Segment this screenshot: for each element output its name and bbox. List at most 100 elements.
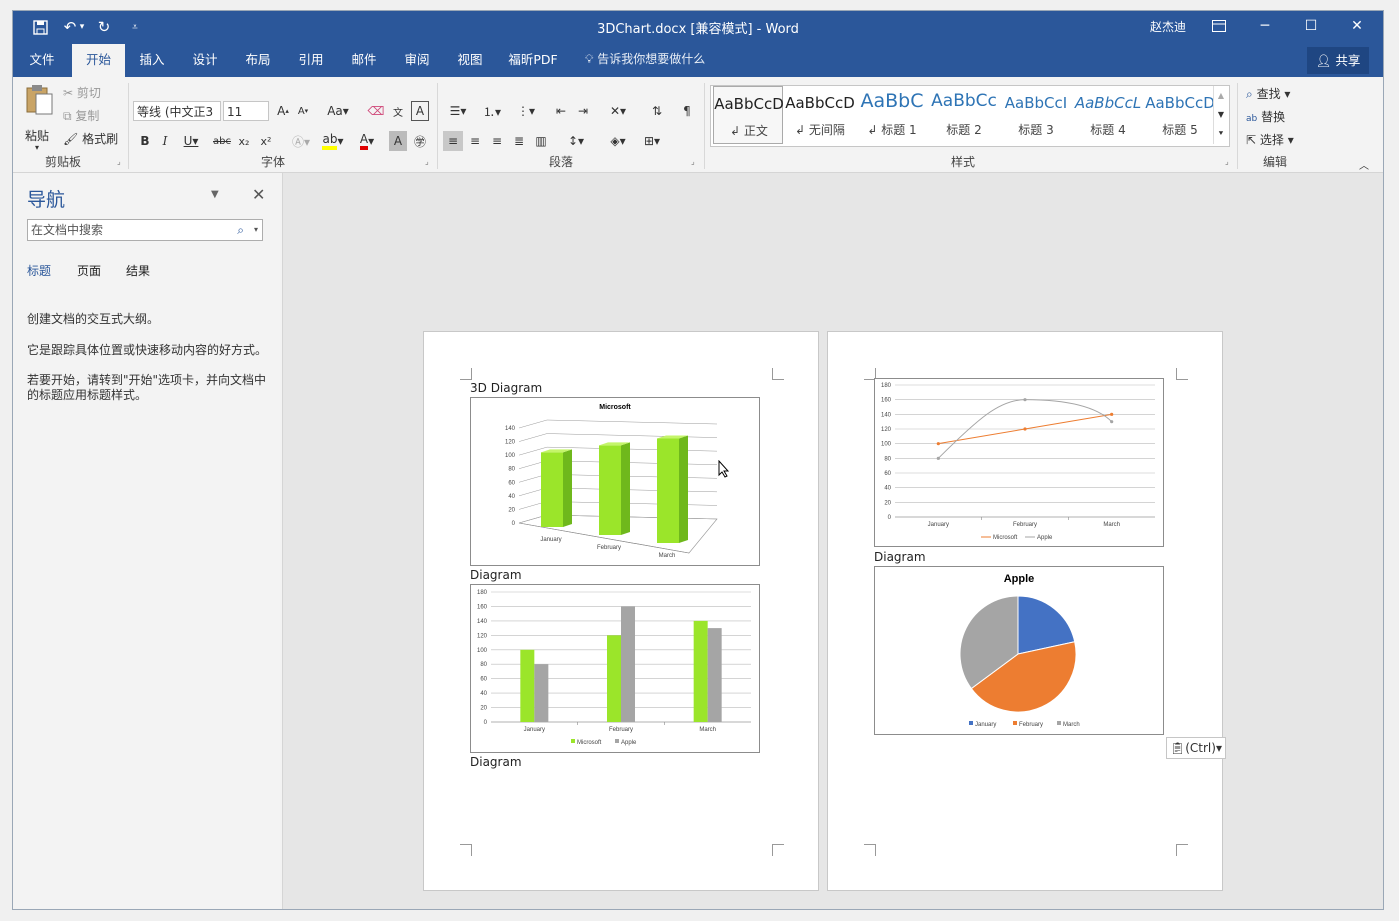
nav-tab-headings[interactable]: 标题: [27, 262, 51, 279]
chart-3d-bar[interactable]: Microsoft 0 20 40 60 80 100 120 140 January Februa…: [470, 397, 760, 566]
shrink-font-icon[interactable]: A ▾: [295, 101, 311, 121]
tab-design[interactable]: 设计: [182, 44, 228, 77]
line-spacing-icon[interactable]: ↕▾: [561, 131, 591, 151]
bullets-icon[interactable]: ☰▾: [443, 101, 473, 121]
style-normal[interactable]: AaBbCcD ↲ 正文: [713, 86, 784, 144]
page-1[interactable]: 3D Diagram Microsoft 0 20 40 60 80 100 120 140 Ja…: [423, 331, 819, 891]
tab-view[interactable]: 视图: [447, 44, 493, 77]
show-marks-icon[interactable]: ¶: [677, 101, 697, 121]
character-border-icon[interactable]: A: [411, 101, 429, 121]
find-button[interactable]: ⌕ 查找 ▾: [1246, 85, 1290, 102]
nav-tab-pages[interactable]: 页面: [77, 262, 101, 279]
copy-icon: ⧉: [63, 109, 72, 123]
mouse-cursor-icon: [718, 460, 730, 478]
style-heading-2[interactable]: AaBbCc 标题 2: [929, 86, 999, 144]
select-button[interactable]: ⇱ 选择 ▾: [1246, 131, 1294, 148]
page-2[interactable]: 0 20 40 60 80 100 120 140 160 180 January February M…: [827, 331, 1223, 891]
align-left-icon[interactable]: ≡: [443, 131, 463, 151]
share-button[interactable]: 👤︎ 共享: [1307, 47, 1369, 74]
collapse-ribbon-icon[interactable]: ︿: [1359, 157, 1369, 172]
format-painter-button[interactable]: 🖌︎ 格式刷: [63, 130, 118, 147]
gallery-more-icon[interactable]: ⯆: [1213, 124, 1228, 144]
nav-tab-results[interactable]: 结果: [126, 262, 150, 279]
tab-layout[interactable]: 布局: [235, 44, 281, 77]
paste-icon[interactable]: [23, 81, 55, 117]
tab-mailings[interactable]: 邮件: [341, 44, 387, 77]
superscript-icon[interactable]: x²: [257, 131, 275, 151]
paste-options-button[interactable]: 📋︎(Ctrl)▾: [1166, 737, 1226, 759]
close-icon[interactable]: ✕: [1334, 11, 1380, 41]
grow-font-icon[interactable]: A ▴: [275, 101, 291, 121]
dialog-launcher-icon[interactable]: ⌟: [1225, 157, 1229, 166]
dialog-launcher-icon[interactable]: ⌟: [691, 157, 695, 166]
chart-pie[interactable]: Apple January February March: [874, 566, 1164, 735]
tab-insert[interactable]: 插入: [129, 44, 175, 77]
bold-icon[interactable]: B: [137, 131, 153, 151]
character-shading-icon[interactable]: A: [389, 131, 407, 151]
highlight-icon[interactable]: ab ▾: [319, 131, 347, 151]
user-name[interactable]: 赵杰迪: [1150, 18, 1186, 35]
tab-foxit-pdf[interactable]: 福昕PDF: [503, 44, 563, 77]
paintbrush-icon: 🖌︎: [63, 132, 79, 146]
chevron-down-icon[interactable]: ▼: [211, 189, 219, 200]
style-sample: AaBbC: [860, 90, 924, 112]
tell-me-box[interactable]: 💡︎ 告诉我你想要做什么: [585, 44, 705, 75]
close-icon[interactable]: ✕: [252, 185, 265, 204]
font-color-icon[interactable]: A ▾: [353, 131, 381, 151]
minimize-icon[interactable]: ─: [1242, 11, 1288, 41]
search-input[interactable]: 在文档中搜索 ⌕ ▾: [27, 219, 263, 241]
cut-button[interactable]: ✂ 剪切: [63, 84, 101, 101]
multilevel-list-icon[interactable]: ⋮▾: [511, 101, 541, 121]
search-icon[interactable]: ⌕: [237, 220, 244, 240]
dialog-launcher-icon[interactable]: ⌟: [117, 157, 121, 166]
increase-indent-icon[interactable]: ⇥: [573, 101, 593, 121]
align-center-icon[interactable]: ≡: [465, 131, 485, 151]
replace-button[interactable]: ab 替换: [1246, 108, 1285, 125]
underline-icon[interactable]: U▾: [179, 131, 203, 151]
style-name: ↲ 无间隔: [795, 123, 845, 137]
style-heading-1[interactable]: AaBbC ↲ 标题 1: [857, 86, 927, 144]
ribbon-display-options-icon[interactable]: [1196, 11, 1242, 41]
tab-home[interactable]: 开始: [72, 44, 125, 77]
phonetic-guide-icon[interactable]: 文: [389, 101, 407, 121]
shading-icon[interactable]: ◈▾: [603, 131, 633, 151]
style-heading-5[interactable]: AaBbCcD 标题 5: [1145, 86, 1215, 144]
numbering-icon[interactable]: ⒈▾: [477, 101, 507, 121]
gallery-up-icon[interactable]: ▲: [1213, 86, 1228, 105]
chinese-layout-icon[interactable]: ✕▾: [603, 101, 633, 121]
chart-title: Microsoft: [599, 404, 631, 411]
text-effects-icon[interactable]: Ⓐ▾: [287, 131, 315, 151]
gallery-down-icon[interactable]: ▼: [1213, 105, 1228, 124]
maximize-icon[interactable]: ☐: [1288, 11, 1334, 41]
replace-icon: ab: [1246, 114, 1258, 124]
distributed-icon[interactable]: ▥: [531, 131, 551, 151]
font-name-combo[interactable]: 等线 (中文正3: [133, 101, 221, 121]
chevron-down-icon[interactable]: ▾: [254, 220, 258, 240]
align-right-icon[interactable]: ≡: [487, 131, 507, 151]
decrease-indent-icon[interactable]: ⇤: [551, 101, 571, 121]
style-heading-3[interactable]: AaBbCcI 标题 3: [1001, 86, 1071, 144]
copy-button[interactable]: ⧉ 复制: [63, 107, 99, 124]
change-case-button[interactable]: Aa ▾: [323, 101, 353, 121]
style-no-spacing[interactable]: AaBbCcD ↲ 无间隔: [785, 86, 855, 144]
strikethrough-icon[interactable]: abc: [211, 131, 233, 151]
chevron-down-icon[interactable]: ▾: [35, 143, 39, 152]
tab-review[interactable]: 审阅: [394, 44, 440, 77]
paste-label[interactable]: 粘贴: [25, 127, 49, 144]
clear-formatting-icon[interactable]: ⌫: [367, 101, 385, 121]
enclose-characters-icon[interactable]: ㊫: [411, 131, 429, 151]
justify-icon[interactable]: ≣: [509, 131, 529, 151]
y-tick-label: 100: [505, 453, 516, 459]
tab-references[interactable]: 引用: [288, 44, 334, 77]
style-heading-4[interactable]: AaBbCcL 标题 4: [1073, 86, 1143, 144]
tab-file[interactable]: 文件: [19, 44, 65, 77]
chart-clustered-bar[interactable]: 0 20 40 60 80 100 120 140 160 180 January February M…: [470, 584, 760, 753]
subscript-icon[interactable]: x₂: [235, 131, 253, 151]
dialog-launcher-icon[interactable]: ⌟: [425, 157, 429, 166]
italic-icon[interactable]: I: [157, 131, 173, 151]
chart-line[interactable]: 0 20 40 60 80 100 120 140 160 180 January February M…: [874, 378, 1164, 547]
sort-icon[interactable]: ⇅: [647, 101, 667, 121]
borders-icon[interactable]: ⊞▾: [637, 131, 667, 151]
nav-help-text-2: 它是跟踪具体位置或快速移动内容的好方式。: [27, 343, 268, 357]
font-size-combo[interactable]: 11: [223, 101, 269, 121]
